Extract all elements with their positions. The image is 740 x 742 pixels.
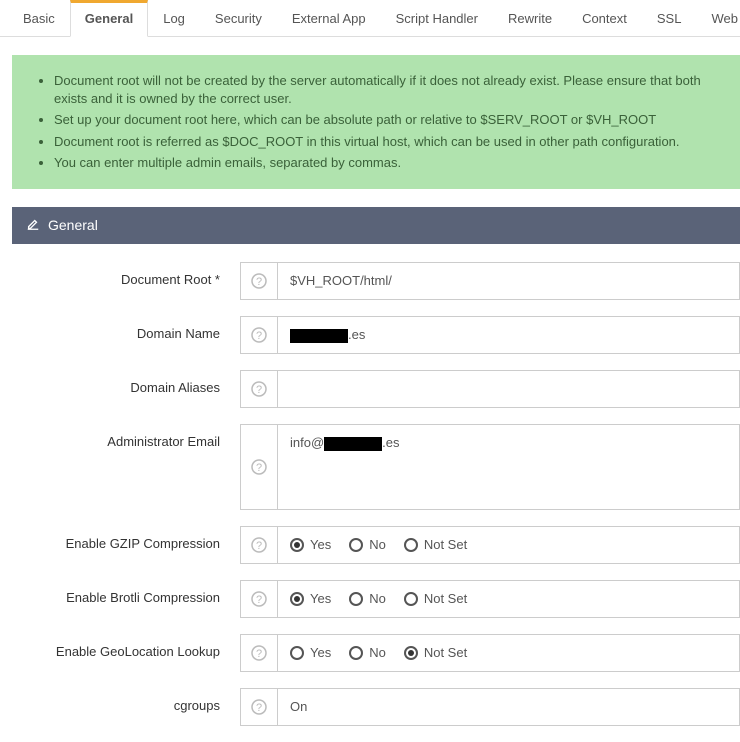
tab-rewrite[interactable]: Rewrite: [493, 0, 567, 37]
panel-title: General: [48, 217, 98, 233]
cgroups-value[interactable]: On: [278, 688, 740, 726]
panel-header: General: [12, 207, 740, 244]
geo-radiogroup: Yes No Not Set: [278, 634, 740, 672]
notice-item: You can enter multiple admin emails, sep…: [54, 154, 722, 172]
docroot-input[interactable]: $VH_ROOT/html/: [278, 262, 740, 300]
help-icon[interactable]: ?: [240, 580, 278, 618]
radio-label: No: [369, 645, 386, 660]
radio-icon: [290, 646, 304, 660]
radio-label: No: [369, 591, 386, 606]
tab-script-handler[interactable]: Script Handler: [381, 0, 493, 37]
aliases-label: Domain Aliases: [12, 370, 240, 395]
aliases-input[interactable]: [278, 370, 740, 408]
svg-text:?: ?: [256, 276, 262, 288]
tab-general[interactable]: General: [70, 0, 148, 37]
tab-log[interactable]: Log: [148, 0, 200, 37]
help-icon[interactable]: ?: [240, 316, 278, 354]
gzip-label: Enable GZIP Compression: [12, 526, 240, 551]
tab-context[interactable]: Context: [567, 0, 642, 37]
svg-text:?: ?: [256, 702, 262, 714]
radio-icon: [290, 592, 304, 606]
radio-icon: [349, 538, 363, 552]
radio-option-no[interactable]: No: [349, 591, 386, 606]
radio-icon: [404, 538, 418, 552]
info-notice: Document root will not be created by the…: [12, 55, 740, 189]
redacted-text: [324, 437, 382, 451]
radio-option-not-set[interactable]: Not Set: [404, 537, 467, 552]
tab-security[interactable]: Security: [200, 0, 277, 37]
help-icon[interactable]: ?: [240, 370, 278, 408]
tab-ssl[interactable]: SSL: [642, 0, 697, 37]
docroot-label: Document Root *: [12, 262, 240, 287]
radio-label: Not Set: [424, 645, 467, 660]
notice-item: Set up your document root here, which ca…: [54, 111, 722, 129]
radio-label: Yes: [310, 537, 331, 552]
svg-text:?: ?: [256, 648, 262, 660]
svg-text:?: ?: [256, 330, 262, 342]
radio-icon: [349, 646, 363, 660]
radio-icon: [404, 646, 418, 660]
notice-item: Document root is referred as $DOC_ROOT i…: [54, 133, 722, 151]
help-icon[interactable]: ?: [240, 262, 278, 300]
radio-option-not-set[interactable]: Not Set: [404, 591, 467, 606]
radio-label: Not Set: [424, 537, 467, 552]
radio-label: Yes: [310, 591, 331, 606]
redacted-text: [290, 329, 348, 343]
help-icon[interactable]: ?: [240, 526, 278, 564]
edit-icon: [26, 217, 40, 234]
form: Document Root * ? $VH_ROOT/html/ Domain …: [12, 244, 740, 726]
cgroups-label: cgroups: [12, 688, 240, 713]
radio-option-no[interactable]: No: [349, 537, 386, 552]
general-panel: General Document Root * ? $VH_ROOT/html/…: [12, 207, 740, 726]
svg-text:?: ?: [256, 462, 262, 474]
brotli-label: Enable Brotli Compression: [12, 580, 240, 605]
tab-web-socket-pr[interactable]: Web Socket Pr: [696, 0, 740, 37]
gzip-radiogroup: Yes No Not Set: [278, 526, 740, 564]
admin-email-label: Administrator Email: [12, 424, 240, 449]
domain-input[interactable]: .es: [278, 316, 740, 354]
svg-text:?: ?: [256, 384, 262, 396]
brotli-radiogroup: Yes No Not Set: [278, 580, 740, 618]
tab-basic[interactable]: Basic: [8, 0, 70, 37]
tabs-bar: BasicGeneralLogSecurityExternal AppScrip…: [0, 0, 740, 37]
radio-label: Not Set: [424, 591, 467, 606]
domain-label: Domain Name: [12, 316, 240, 341]
radio-option-no[interactable]: No: [349, 645, 386, 660]
tab-external-app[interactable]: External App: [277, 0, 381, 37]
help-icon[interactable]: ?: [240, 688, 278, 726]
help-icon[interactable]: ?: [240, 634, 278, 672]
radio-icon: [349, 592, 363, 606]
radio-option-not-set[interactable]: Not Set: [404, 645, 467, 660]
svg-text:?: ?: [256, 594, 262, 606]
svg-text:?: ?: [256, 540, 262, 552]
radio-option-yes[interactable]: Yes: [290, 537, 331, 552]
radio-icon: [404, 592, 418, 606]
radio-option-yes[interactable]: Yes: [290, 591, 331, 606]
notice-item: Document root will not be created by the…: [54, 72, 722, 108]
admin-email-input[interactable]: info@.es: [278, 424, 740, 510]
help-icon[interactable]: ?: [240, 424, 278, 510]
radio-icon: [290, 538, 304, 552]
radio-label: Yes: [310, 645, 331, 660]
radio-option-yes[interactable]: Yes: [290, 645, 331, 660]
geo-label: Enable GeoLocation Lookup: [12, 634, 240, 659]
radio-label: No: [369, 537, 386, 552]
